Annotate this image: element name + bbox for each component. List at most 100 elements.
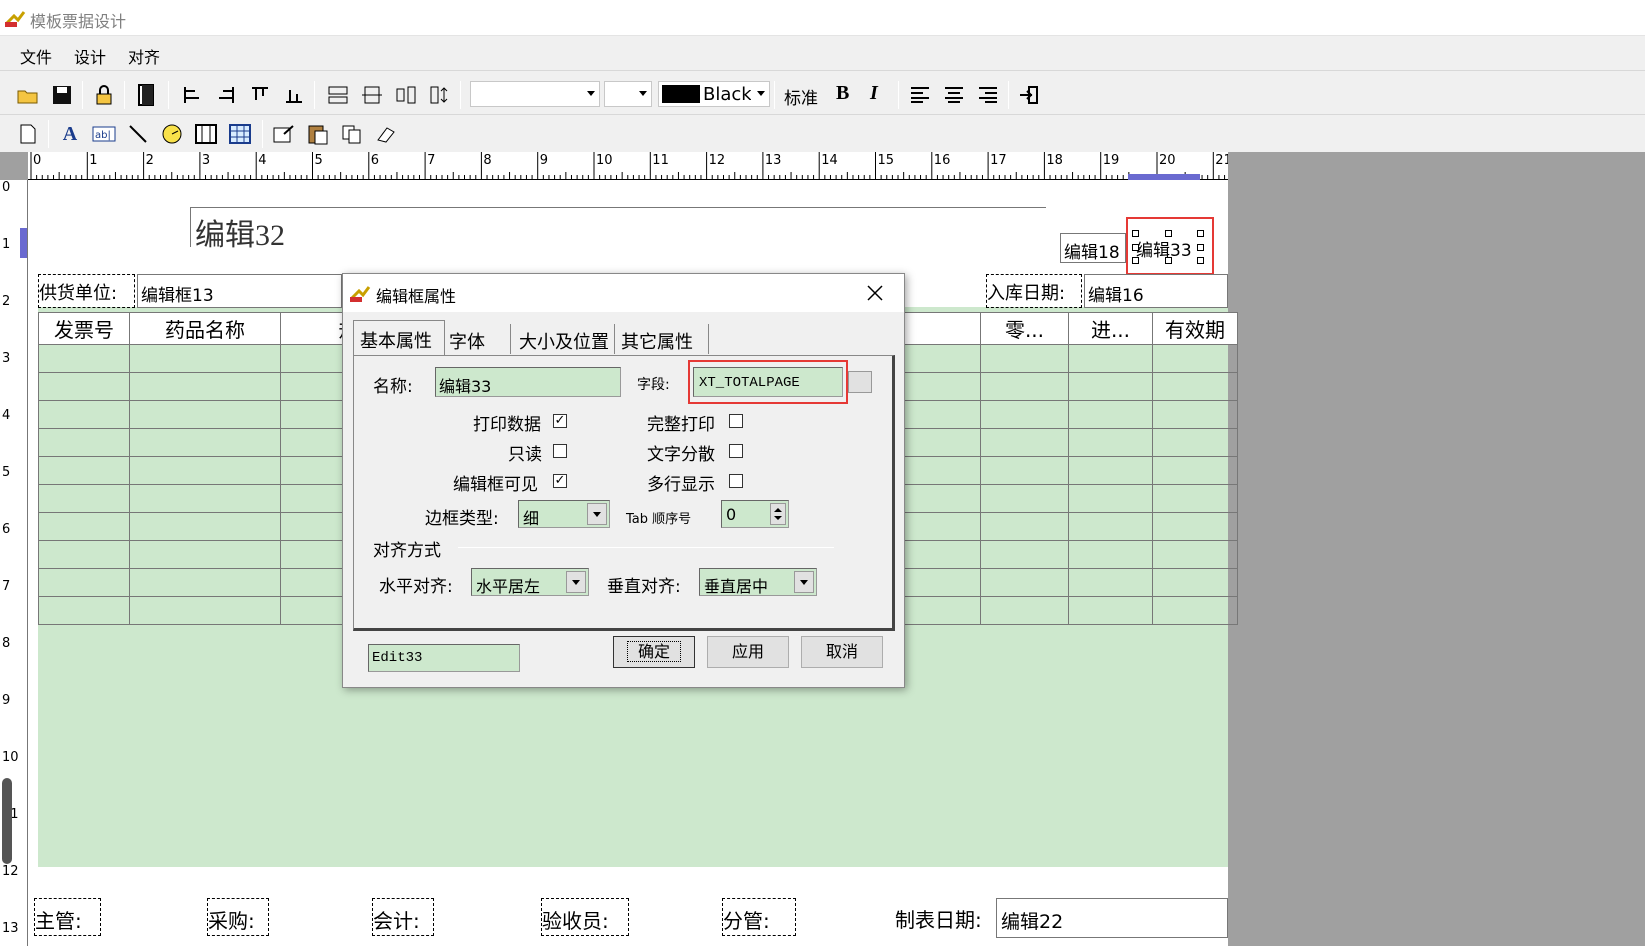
- page-icon[interactable]: [132, 81, 160, 109]
- text-label-icon[interactable]: A: [56, 120, 84, 148]
- grid-cell[interactable]: [1068, 484, 1153, 513]
- grid-cell[interactable]: [129, 344, 281, 373]
- print-data-checkbox[interactable]: ✓: [553, 414, 567, 428]
- grid-cell[interactable]: [1068, 596, 1153, 625]
- grid-cell[interactable]: [1152, 540, 1238, 569]
- grid-cell[interactable]: [980, 596, 1069, 625]
- supplier-label-box[interactable]: 供货单位:: [38, 274, 135, 308]
- grid-cell[interactable]: [980, 456, 1069, 485]
- chevron-down-icon[interactable]: [587, 503, 607, 525]
- align-left-icon[interactable]: [178, 81, 206, 109]
- grid-cell[interactable]: [1068, 400, 1153, 429]
- save-icon[interactable]: [48, 81, 76, 109]
- grid-cell[interactable]: [1152, 456, 1238, 485]
- grid-cell[interactable]: [1068, 456, 1153, 485]
- grid-cell[interactable]: [1152, 484, 1238, 513]
- grid-cell[interactable]: [1152, 512, 1238, 541]
- h-align-select[interactable]: 水平居左: [471, 568, 589, 596]
- image-box-icon[interactable]: [192, 120, 220, 148]
- grid-column-header[interactable]: 进...: [1068, 312, 1153, 345]
- ellipse-icon[interactable]: [158, 120, 186, 148]
- style-normal-button[interactable]: 标准: [784, 84, 818, 109]
- bold-button[interactable]: B: [836, 82, 849, 105]
- grid-cell[interactable]: [1068, 372, 1153, 401]
- grid-cell[interactable]: [980, 484, 1069, 513]
- date-label-box[interactable]: 入库日期:: [986, 274, 1082, 308]
- vertical-scroll-thumb[interactable]: [2, 778, 12, 864]
- grid-cell[interactable]: [129, 596, 281, 625]
- text-align-left-icon[interactable]: [906, 81, 934, 109]
- italic-button[interactable]: I: [870, 82, 878, 105]
- apply-button[interactable]: 应用: [707, 636, 789, 668]
- edit-box-properties-dialog[interactable]: 编辑框属性 基本属性 字体 大小及位置 其它属性 名称: 编辑33 字段: XT…: [342, 273, 905, 688]
- align-bottom-icon[interactable]: [280, 81, 308, 109]
- grid-cell[interactable]: [980, 372, 1069, 401]
- paste-icon[interactable]: [304, 120, 332, 148]
- align-top-icon[interactable]: [246, 81, 274, 109]
- spinner-arrows-icon[interactable]: [770, 503, 786, 525]
- text-align-right-icon[interactable]: [974, 81, 1002, 109]
- text-align-center-icon[interactable]: [940, 81, 968, 109]
- grid-cell[interactable]: [1068, 512, 1153, 541]
- grid-column-header[interactable]: 药品名称: [129, 312, 281, 345]
- grid-cell[interactable]: [980, 400, 1069, 429]
- footer-inspector-box[interactable]: 验收员:: [541, 898, 629, 936]
- grid-cell[interactable]: [980, 428, 1069, 457]
- menu-align[interactable]: 对齐: [128, 44, 160, 68]
- grid-cell[interactable]: [38, 456, 130, 485]
- cancel-button[interactable]: 取消: [801, 636, 883, 668]
- line-icon[interactable]: [124, 120, 152, 148]
- grid-cell[interactable]: [129, 428, 281, 457]
- grid-cell[interactable]: [129, 540, 281, 569]
- grid-cell[interactable]: [980, 512, 1069, 541]
- ok-button[interactable]: 确定: [613, 636, 695, 668]
- date-field[interactable]: 编辑16: [1084, 274, 1228, 308]
- grid-cell[interactable]: [38, 372, 130, 401]
- footer-date-field[interactable]: 编辑22: [996, 898, 1228, 938]
- grid-column-header[interactable]: 有效期: [1152, 312, 1238, 345]
- grid-cell[interactable]: [1152, 568, 1238, 597]
- full-print-checkbox[interactable]: [729, 414, 743, 428]
- multiline-checkbox[interactable]: [729, 474, 743, 488]
- exit-icon[interactable]: [1016, 81, 1044, 109]
- field-browse-button[interactable]: [848, 371, 872, 393]
- tab-font[interactable]: 字体: [447, 324, 511, 354]
- grid-column-header[interactable]: 零...: [980, 312, 1069, 345]
- grid-cell[interactable]: [1068, 344, 1153, 373]
- font-name-dropdown[interactable]: [470, 81, 600, 107]
- footer-purchase-box[interactable]: 采购:: [207, 898, 269, 936]
- grid-cell[interactable]: [129, 512, 281, 541]
- grid-cell[interactable]: [1152, 428, 1238, 457]
- open-folder-icon[interactable]: [14, 81, 42, 109]
- grid-cell[interactable]: [129, 568, 281, 597]
- text-spread-checkbox[interactable]: [729, 444, 743, 458]
- readonly-checkbox[interactable]: [553, 444, 567, 458]
- v-align-select[interactable]: 垂直居中: [699, 568, 817, 596]
- grid-cell[interactable]: [129, 372, 281, 401]
- align-right-icon[interactable]: [212, 81, 240, 109]
- grid-cell[interactable]: [129, 456, 281, 485]
- grid-cell[interactable]: [38, 512, 130, 541]
- grid-cell[interactable]: [38, 428, 130, 457]
- grid-cell[interactable]: [38, 540, 130, 569]
- font-color-dropdown[interactable]: Black: [658, 81, 770, 107]
- grid-cell[interactable]: [38, 596, 130, 625]
- copy-icon[interactable]: [338, 120, 366, 148]
- grid-cell[interactable]: [1068, 568, 1153, 597]
- eraser-icon[interactable]: [372, 120, 400, 148]
- same-height-icon[interactable]: [358, 81, 386, 109]
- grid-cell[interactable]: [1068, 428, 1153, 457]
- properties-icon[interactable]: [270, 120, 298, 148]
- grid-cell[interactable]: [129, 484, 281, 513]
- grid-cell[interactable]: [38, 568, 130, 597]
- edit-box-icon[interactable]: ab|: [90, 120, 118, 148]
- grid-cell[interactable]: [1068, 540, 1153, 569]
- visible-checkbox[interactable]: ✓: [553, 474, 567, 488]
- name-input[interactable]: 编辑33: [435, 367, 621, 397]
- space-vertical-icon[interactable]: [426, 81, 454, 109]
- same-width-icon[interactable]: [324, 81, 352, 109]
- menu-file[interactable]: 文件: [20, 44, 52, 68]
- grid-cell[interactable]: [1152, 400, 1238, 429]
- edit-id-field[interactable]: Edit33: [368, 644, 520, 672]
- grid-cell[interactable]: [980, 568, 1069, 597]
